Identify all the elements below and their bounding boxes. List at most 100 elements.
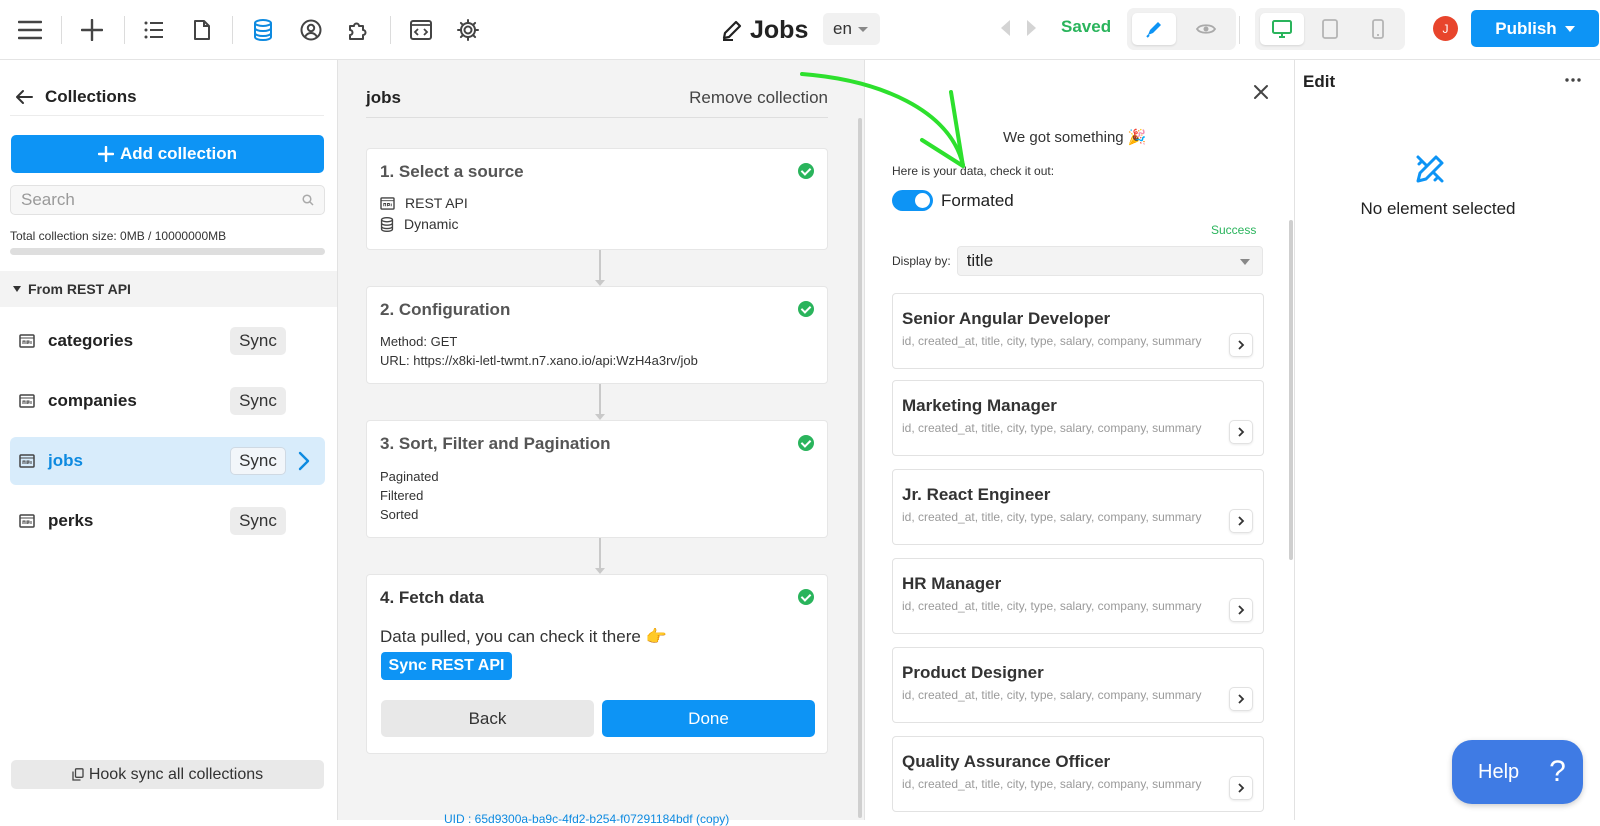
sync-rest-api-button[interactable]: Sync REST API	[381, 652, 512, 680]
page-title[interactable]: Jobs	[720, 12, 808, 48]
chevron-right-icon[interactable]	[1229, 420, 1253, 444]
record-item[interactable]: Jr. React Engineer id, created_at, title…	[892, 469, 1264, 545]
database-icon[interactable]	[245, 12, 281, 48]
preview-eye-icon[interactable]	[1184, 13, 1228, 45]
data-headline: We got something 🎉	[1003, 129, 1147, 146]
chevron-right-icon[interactable]	[1229, 687, 1253, 711]
database-icon	[380, 216, 394, 232]
add-collection-button[interactable]: Add collection	[11, 135, 324, 173]
copy-icon	[72, 768, 84, 781]
collection-size-bar	[10, 248, 325, 255]
hook-sync-all-button[interactable]: Hook sync all collections	[11, 760, 324, 789]
collection-search	[10, 185, 325, 215]
undo-arrow-icon[interactable]	[1001, 20, 1010, 36]
chevron-right-icon[interactable]	[1229, 776, 1253, 800]
back-button[interactable]: Back	[381, 700, 594, 737]
desktop-device-icon[interactable]	[1260, 13, 1304, 45]
help-button[interactable]: Help ?	[1452, 740, 1583, 804]
user-circle-icon[interactable]	[293, 12, 329, 48]
publish-button[interactable]: Publish	[1471, 10, 1599, 47]
display-by-row: Display by: title	[892, 246, 1263, 276]
record-item[interactable]: Senior Angular Developer id, created_at,…	[892, 293, 1264, 369]
fetch-status-text: Data pulled, you can check it there 👉	[380, 627, 667, 646]
data-preview-panel: We got something 🎉 Here is your data, ch…	[865, 60, 1295, 820]
source-type: REST API	[405, 195, 468, 211]
display-by-select[interactable]: title	[956, 246, 1263, 276]
add-collection-label: Add collection	[119, 144, 238, 163]
chevron-right-icon[interactable]	[1229, 598, 1253, 622]
scrollbar[interactable]	[1289, 220, 1293, 560]
chevron-right-icon[interactable]	[1229, 333, 1253, 357]
check-circle-icon	[798, 589, 814, 605]
tablet-device-icon[interactable]	[1308, 13, 1352, 45]
add-icon[interactable]	[74, 12, 110, 48]
menu-icon[interactable]	[12, 12, 48, 48]
option-line: Sorted	[380, 507, 419, 522]
formatted-toggle-label: Formated	[941, 190, 1014, 210]
step-select-source[interactable]: 1. Select a source REST API Dynamic	[366, 148, 828, 250]
scrollbar[interactable]	[858, 118, 862, 818]
data-subtitle: Here is your data, check it out:	[892, 164, 1055, 178]
sync-button[interactable]: Sync	[230, 327, 286, 355]
language-select[interactable]: en	[823, 13, 880, 45]
sync-button[interactable]: Sync	[230, 387, 286, 415]
formatted-toggle[interactable]	[892, 190, 933, 211]
config-method: Method: GET	[380, 334, 458, 349]
source-group-label: From REST API	[28, 281, 131, 297]
design-mode-button[interactable]	[1132, 13, 1176, 45]
collection-item-categories[interactable]: categories Sync	[10, 317, 325, 365]
toolbar-divider	[124, 16, 125, 44]
back-arrow-icon[interactable]	[15, 89, 33, 105]
plugin-puzzle-icon[interactable]	[340, 12, 376, 48]
settings-gear-icon[interactable]	[450, 12, 486, 48]
step-connector	[595, 538, 605, 574]
close-icon[interactable]	[1253, 84, 1269, 100]
remove-collection-button[interactable]: Remove collection	[689, 88, 828, 108]
sync-button[interactable]: Sync	[230, 507, 286, 535]
edit-mode-switch	[1127, 8, 1236, 50]
step-title: 3. Sort, Filter and Pagination	[380, 434, 611, 453]
record-item[interactable]: Marketing Manager id, created_at, title,…	[892, 380, 1264, 456]
fetch-status-badge: Success	[1211, 223, 1257, 237]
search-input[interactable]	[21, 190, 302, 210]
check-circle-icon	[798, 435, 814, 451]
collection-item-companies[interactable]: companies Sync	[10, 377, 325, 425]
edit-panel-title: Edit	[1303, 72, 1336, 91]
no-element-selected-text: No element selected	[1360, 199, 1516, 218]
sync-button[interactable]: Sync	[230, 447, 286, 475]
source-group-header[interactable]: From REST API	[0, 271, 337, 307]
step-configuration[interactable]: 2. Configuration Method: GET URL: https:…	[366, 286, 828, 384]
api-icon	[19, 394, 35, 408]
collection-item-perks[interactable]: perks Sync	[10, 497, 325, 545]
publish-label: Publish	[1495, 18, 1557, 38]
redo-arrow-icon[interactable]	[1027, 20, 1036, 36]
toolbar-divider	[232, 16, 233, 44]
record-item[interactable]: HR Manager id, created_at, title, city, …	[892, 558, 1264, 634]
record-item[interactable]: Product Designer id, created_at, title, …	[892, 647, 1264, 723]
record-item[interactable]: Quality Assurance Officer id, created_at…	[892, 736, 1264, 812]
option-line: Filtered	[380, 488, 424, 503]
user-avatar[interactable]: J	[1433, 16, 1458, 41]
chevron-right-icon[interactable]	[298, 451, 310, 471]
collection-item-jobs[interactable]: jobs Sync	[10, 437, 325, 485]
device-switch	[1255, 8, 1405, 50]
collection-uid[interactable]: UID : 65d9300a-ba9c-4fd2-b254-f07291184b…	[444, 812, 729, 826]
done-button[interactable]: Done	[602, 700, 815, 737]
edit-pencil-icon	[720, 18, 744, 42]
record-title: Product Designer	[902, 663, 1044, 682]
record-fields: id, created_at, title, city, type, salar…	[902, 510, 1202, 524]
more-options-icon[interactable]	[1565, 78, 1581, 82]
check-circle-icon	[798, 163, 814, 179]
code-window-icon[interactable]	[403, 12, 439, 48]
layers-list-icon[interactable]	[136, 12, 172, 48]
step-sort-filter-pagination[interactable]: 3. Sort, Filter and Pagination Paginated…	[366, 420, 828, 538]
api-icon	[19, 514, 35, 528]
design-tools-icon	[1413, 152, 1447, 186]
collection-setup-header: jobs Remove collection	[366, 78, 828, 118]
collection-name: companies	[48, 391, 137, 410]
mobile-device-icon[interactable]	[1356, 13, 1400, 45]
record-title: Marketing Manager	[902, 396, 1057, 415]
page-icon[interactable]	[184, 12, 220, 48]
chevron-right-icon[interactable]	[1229, 509, 1253, 533]
chevron-down-icon	[1564, 25, 1575, 32]
